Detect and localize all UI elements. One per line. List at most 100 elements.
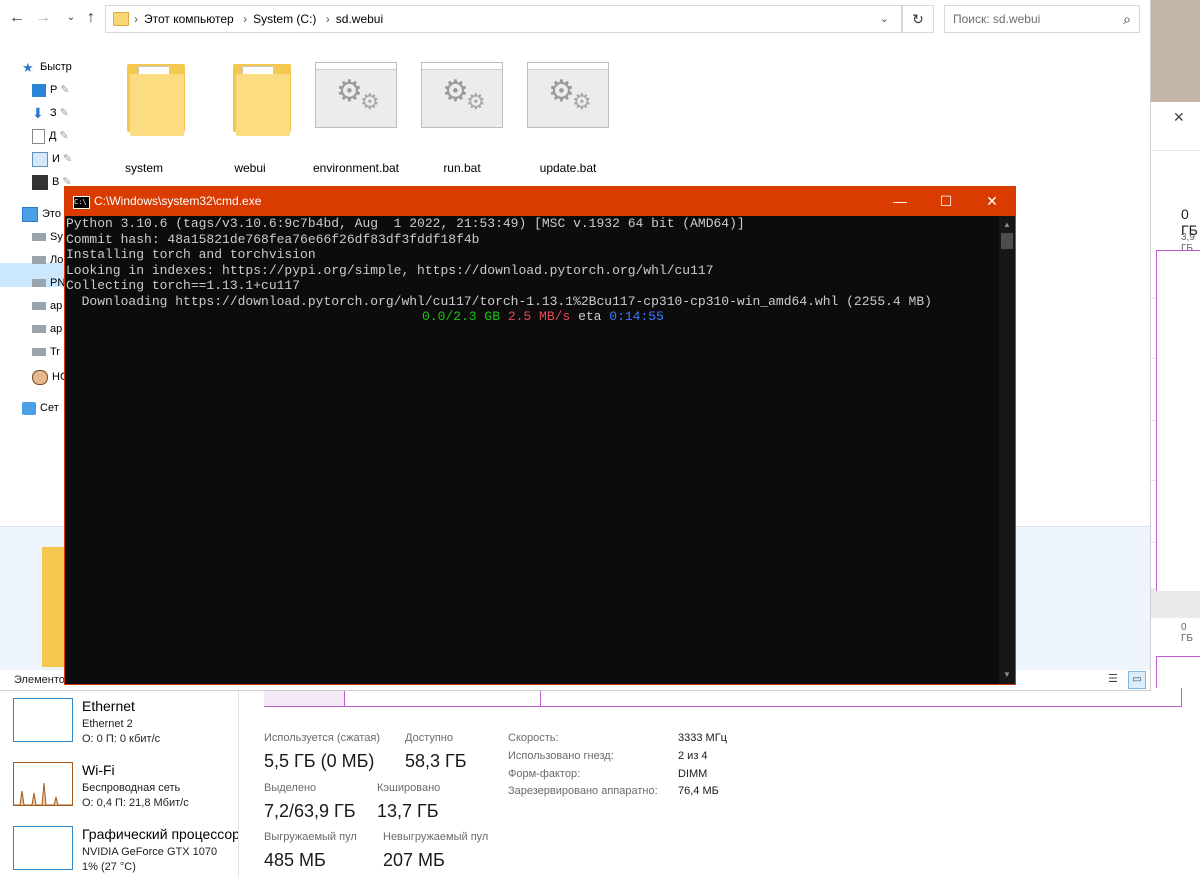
prop-label: Зарезервировано аппаратно: (508, 785, 658, 797)
scrollbar[interactable]: ▲ ▼ (999, 216, 1015, 684)
console-line: Collecting torch==1.13.1+cu117 (66, 278, 301, 293)
download-speed: 2.5 MB/s (507, 309, 571, 324)
device-wifi[interactable]: Wi-Fi Беспроводная сеть О: 0,4 П: 21,8 М… (0, 758, 238, 820)
large-icons-view-icon[interactable]: ▭ (1128, 671, 1146, 689)
details-view-icon[interactable]: ☰ (1108, 673, 1122, 685)
device-rate: О: 0,4 П: 21,8 Мбит/с (82, 797, 189, 809)
sidebar-item-documents[interactable]: Д ✎ (32, 125, 69, 147)
device-gpu[interactable]: Графический процессор NVIDIA GeForce GTX… (0, 822, 238, 884)
stat-label: Выгружаемый пул (264, 831, 357, 843)
back-arrow-icon[interactable]: ← (8, 8, 26, 28)
sidebar-item-drive[interactable]: Ло (32, 249, 63, 271)
sidebar-item-pictures[interactable]: И ✎ (32, 148, 72, 170)
drive-icon (32, 302, 46, 311)
stat-label: Невыгружаемый пул (383, 831, 489, 843)
file-name: system (124, 161, 163, 175)
console-line: Python 3.10.6 (tags/v3.10.6:9c7b4bd, Aug… (66, 216, 745, 231)
sidebar-item-downloads[interactable]: ⬇ З ✎ (32, 102, 69, 124)
star-icon: ★ (22, 59, 34, 75)
address-bar[interactable]: › Этот компьютер › System (C:) › sd.webui ⌄ (105, 5, 902, 33)
gpu-graph (13, 826, 73, 870)
download-progress-line: 0.0/2.3 GB 2.5 MB/s eta 0:14:55 (422, 309, 664, 325)
video-icon (32, 174, 48, 190)
desktop-icon (32, 83, 46, 97)
image-icon (32, 151, 48, 167)
stat-value: 5,5 ГБ (0 МБ) (264, 751, 375, 771)
close-icon[interactable]: ✕ (1173, 110, 1187, 124)
sidebar-item-this-pc[interactable]: Это (22, 203, 61, 225)
background-photo (1150, 0, 1200, 102)
avatar-icon (32, 369, 48, 385)
gear-icon: ⚙ (548, 75, 575, 108)
refresh-icon[interactable]: ↻ (902, 5, 934, 33)
prop-value: DIMM (678, 768, 708, 780)
bat-file-item[interactable]: ⚙ ⚙ update.bat (518, 56, 618, 186)
maximize-icon[interactable]: ☐ (923, 187, 969, 216)
cmd-titlebar[interactable]: C:\ C:\Windows\system32\cmd.exe — ☐ ✕ (65, 187, 1015, 216)
device-name: Ethernet (82, 698, 135, 714)
sidebar-item-desktop[interactable]: Р ✎ (32, 79, 70, 101)
search-placeholder: Поиск: sd.webui (953, 12, 1041, 26)
close-icon[interactable]: ✕ (969, 187, 1015, 216)
device-rate: 1% (27 °C) (82, 861, 136, 873)
prop-label: Форм-фактор: (508, 768, 581, 780)
minimize-icon[interactable]: — (877, 187, 923, 216)
console-output[interactable]: Python 3.10.6 (tags/v3.10.6:9c7b4bd, Aug… (65, 216, 999, 684)
forward-arrow-icon[interactable]: → (34, 8, 52, 28)
memory-axis-min-label: 0 ГБ (1181, 622, 1193, 644)
batch-file-icon: ⚙ ⚙ (315, 62, 397, 128)
prop-label: Использовано гнезд: (508, 750, 614, 762)
sidebar-item-quick-access[interactable]: ★ Быстр (22, 56, 72, 78)
scroll-up-icon[interactable]: ▲ (999, 218, 1015, 232)
stat-label: Используется (сжатая) (264, 732, 381, 744)
file-name: run.bat (443, 161, 481, 175)
drive-icon (32, 279, 46, 288)
breadcrumb-item[interactable]: Этот компьютер (144, 12, 234, 26)
download-eta: 0:14:55 (609, 309, 664, 324)
sidebar-item-user[interactable]: НС (32, 366, 68, 388)
search-input[interactable]: Поиск: sd.webui ⌕ (944, 5, 1140, 33)
stat-value: 485 МБ (264, 850, 326, 870)
sidebar-item-drive[interactable]: Tr (32, 341, 60, 363)
console-line: Installing torch and torchvision (66, 247, 316, 262)
sidebar-item-system-drive[interactable]: Sy (32, 226, 63, 248)
folder-item[interactable]: system (94, 56, 194, 186)
device-ethernet[interactable]: Ethernet Ethernet 2 О: 0 П: 0 кбит/с (0, 694, 238, 756)
drive-icon (32, 325, 46, 334)
stat-value: 58,3 ГБ (405, 751, 467, 771)
task-manager-memory-stats: Используется (сжатая) 5,5 ГБ (0 МБ) Дост… (239, 690, 1200, 877)
bat-file-item[interactable]: ⚙ ⚙ environment.bat (306, 56, 406, 186)
device-subtitle: NVIDIA GeForce GTX 1070 (82, 846, 218, 858)
sidebar-item-network[interactable]: Сет (22, 397, 59, 419)
file-name: update.bat (539, 161, 597, 175)
stat-value: 7,2/63,9 ГБ (264, 801, 356, 821)
prop-value: 2 из 4 (678, 750, 708, 762)
chevron-down-icon[interactable]: ⌄ (62, 8, 80, 28)
scroll-down-icon[interactable]: ▼ (999, 668, 1015, 682)
stat-value: 207 МБ (383, 850, 445, 870)
gear-icon: ⚙ (336, 75, 363, 108)
computer-icon (22, 206, 38, 222)
wifi-activity-sparkline (14, 782, 72, 805)
bat-file-item[interactable]: ⚙ ⚙ run.bat (412, 56, 512, 186)
search-icon: ⌕ (1123, 11, 1131, 27)
folder-front-icon (236, 74, 290, 136)
download-icon: ⬇ (32, 104, 44, 121)
chevron-down-icon[interactable]: ⌄ (880, 6, 889, 32)
batch-file-icon: ⚙ ⚙ (527, 62, 609, 128)
gear-icon: ⚙ (360, 89, 380, 114)
scroll-thumb[interactable] (1001, 233, 1013, 249)
device-name: Графический процессор (82, 826, 238, 842)
file-name: environment.bat (312, 161, 400, 175)
gear-icon: ⚙ (466, 89, 486, 114)
folder-item[interactable]: webui (200, 56, 300, 186)
sidebar-item-drive[interactable]: ар (32, 318, 62, 340)
sidebar-item-drive[interactable]: ар (32, 295, 62, 317)
sidebar-item-drive[interactable]: PN (32, 272, 65, 294)
eta-label: eta (578, 309, 602, 324)
breadcrumb-item[interactable]: System (C:) (253, 12, 316, 26)
stat-label: Кэшировано (377, 782, 441, 794)
breadcrumb-item[interactable]: sd.webui (336, 12, 383, 26)
gear-icon: ⚙ (442, 75, 469, 108)
up-arrow-icon[interactable]: ↑ (82, 8, 100, 28)
